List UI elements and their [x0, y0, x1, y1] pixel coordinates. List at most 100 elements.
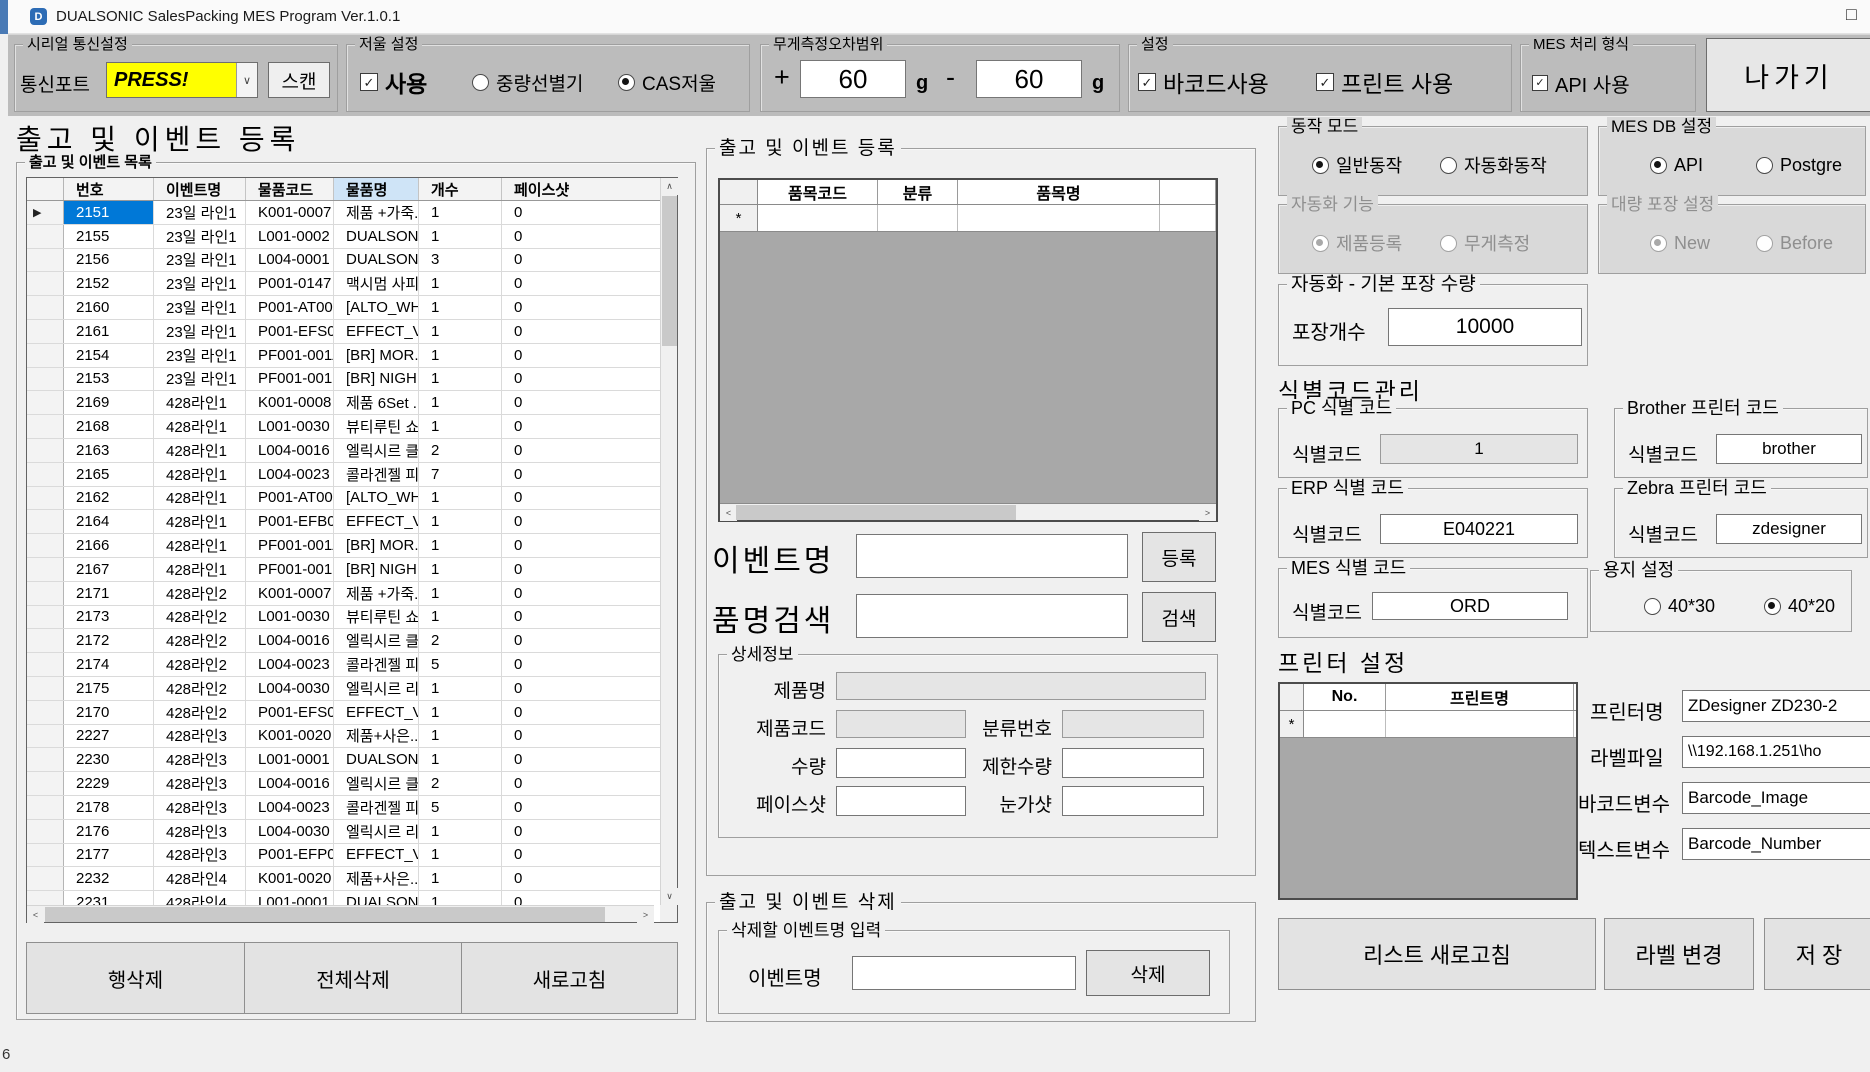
scroll-right-icon[interactable]: > [1199, 504, 1216, 521]
grid-cell[interactable]: 2155 [64, 225, 154, 248]
grid-cell[interactable]: 엘릭시르 리... [334, 677, 419, 700]
grid-cell[interactable]: 1 [419, 867, 502, 890]
table-row[interactable]: ▶215123일 라인1K001-0007제품 +가죽...10 [27, 201, 662, 225]
grid-cell[interactable]: 0 [502, 844, 662, 867]
new-row-marker[interactable]: * [1280, 711, 1304, 737]
row-selector[interactable] [27, 653, 64, 676]
row-selector[interactable] [27, 320, 64, 343]
column-header[interactable]: 품목코드 [758, 180, 878, 204]
grid-cell[interactable]: EFFECT_V... [334, 510, 419, 533]
comm-port-combobox[interactable]: PRESS! ∨ [106, 62, 258, 98]
grid-cell[interactable]: 2176 [64, 820, 154, 843]
grid-cell[interactable]: 428라인1 [154, 463, 246, 486]
grid-cell[interactable]: 428라인1 [154, 534, 246, 557]
scrollbar-thumb[interactable] [45, 907, 605, 922]
qty-input[interactable] [836, 748, 966, 778]
grid-cell[interactable]: 1 [419, 606, 502, 629]
grid-cell[interactable]: 1 [419, 701, 502, 724]
grid-cell[interactable]: 엘릭시르 클... [334, 772, 419, 795]
grid-cell[interactable]: 1 [419, 201, 502, 224]
grid-cell[interactable]: 0 [502, 296, 662, 319]
api-radio-item[interactable]: API [1650, 152, 1703, 178]
scale-use-checkbox-item[interactable]: 사용 [360, 66, 427, 98]
grid-cell[interactable]: PF001-001A [246, 344, 334, 367]
grid-cell[interactable]: 0 [502, 463, 662, 486]
grid-cell[interactable]: PF001-001B [246, 368, 334, 391]
grid-cell[interactable]: K001-0007 [246, 201, 334, 224]
paper-4030-radio-item[interactable]: 40*30 [1644, 594, 1715, 618]
row-selector[interactable] [27, 463, 64, 486]
grid-cell[interactable]: 428라인1 [154, 510, 246, 533]
grid-cell[interactable]: 0 [502, 677, 662, 700]
grid-cell[interactable]: 428라인3 [154, 820, 246, 843]
grid-cell[interactable]: 428라인3 [154, 844, 246, 867]
printer-grid[interactable]: No.프린트명 * [1278, 682, 1578, 900]
grid-cell[interactable]: 0 [502, 272, 662, 295]
column-header[interactable]: 번호 [64, 178, 154, 200]
column-header[interactable]: 이벤트명 [154, 178, 246, 200]
grid-cell[interactable] [878, 205, 958, 231]
radio-on-icon[interactable] [1650, 157, 1667, 174]
grid-cell[interactable]: 2178 [64, 796, 154, 819]
grid-cell[interactable]: 0 [502, 582, 662, 605]
table-row[interactable]: 2168428라인1L001-0030뷰티루틴 쇼...10 [27, 415, 662, 439]
grid-cell[interactable]: 엘릭시르 클... [334, 439, 419, 462]
grid-cell[interactable]: 2161 [64, 320, 154, 343]
grid-corner[interactable] [720, 180, 758, 204]
auto-op-radio-item[interactable]: 자동화동작 [1440, 152, 1547, 178]
brother-code-field[interactable]: brother [1716, 434, 1862, 464]
row-selector[interactable] [27, 677, 64, 700]
grid-cell[interactable] [958, 205, 1160, 231]
grid-cell[interactable]: 428라인4 [154, 867, 246, 890]
row-selector[interactable] [27, 415, 64, 438]
grid-cell[interactable]: K001-0020 [246, 867, 334, 890]
grid-cell[interactable]: 23일 라인1 [154, 368, 246, 391]
grid-cell[interactable]: 1 [419, 272, 502, 295]
grid-cell[interactable]: 0 [502, 629, 662, 652]
grid-corner[interactable] [27, 178, 64, 200]
search-button[interactable]: 검색 [1142, 592, 1216, 642]
horizontal-scrollbar[interactable]: < > [27, 905, 654, 922]
column-header[interactable]: 개수 [419, 178, 502, 200]
grid-cell[interactable]: 23일 라인1 [154, 296, 246, 319]
table-row[interactable]: 2175428라인2L004-0030엘릭시르 리...10 [27, 677, 662, 701]
grid-cell[interactable]: 1 [419, 748, 502, 771]
grid-cell[interactable]: 2175 [64, 677, 154, 700]
grid-cell[interactable]: 2230 [64, 748, 154, 771]
grid-cell[interactable]: 콜라겐젤 피... [334, 463, 419, 486]
grid-cell[interactable]: 2152 [64, 272, 154, 295]
grid-cell[interactable]: 2154 [64, 344, 154, 367]
grid-cell[interactable]: DUALSONI... [334, 748, 419, 771]
grid-cell[interactable]: 2 [419, 772, 502, 795]
grid-cell[interactable]: 23일 라인1 [154, 344, 246, 367]
erp-id-field[interactable]: E040221 [1380, 514, 1578, 544]
table-row[interactable]: 2162428라인1P001-AT001[ALTO_WH...10 [27, 487, 662, 511]
scrollbar-thumb[interactable] [736, 505, 1016, 520]
row-selector[interactable]: ▶ [27, 201, 64, 224]
tolerance-plus-input[interactable]: 60 [800, 60, 906, 98]
grid-cell[interactable]: K001-0020 [246, 725, 334, 748]
chevron-down-icon[interactable]: ∨ [236, 63, 257, 97]
grid-cell[interactable]: 2164 [64, 510, 154, 533]
grid-cell[interactable]: 2160 [64, 296, 154, 319]
row-selector[interactable] [27, 820, 64, 843]
row-selector[interactable] [27, 558, 64, 581]
grid-cell[interactable]: 제품 +가죽... [334, 201, 419, 224]
grid-cell[interactable]: L001-0030 [246, 606, 334, 629]
grid-cell[interactable]: 0 [502, 725, 662, 748]
normal-op-radio-item[interactable]: 일반동작 [1312, 152, 1402, 178]
register-button[interactable]: 등록 [1142, 532, 1216, 582]
grid-cell[interactable]: 0 [502, 439, 662, 462]
printer-name-field[interactable]: ZDesigner ZD230-2 [1682, 690, 1870, 722]
grid-corner[interactable] [1280, 684, 1304, 710]
table-row[interactable]: 2169428라인1K001-0008제품 6Set ...10 [27, 391, 662, 415]
table-row[interactable]: 2172428라인2L004-0016엘릭시르 클...20 [27, 629, 662, 653]
grid-cell[interactable]: 0 [502, 606, 662, 629]
grid-cell[interactable]: L004-0016 [246, 772, 334, 795]
table-row[interactable]: 2167428라인1PF001-001B[BR] NIGH...10 [27, 558, 662, 582]
row-selector[interactable] [27, 272, 64, 295]
title-bar[interactable]: D DUALSONIC SalesPacking MES Program Ver… [8, 0, 1870, 34]
grid-cell[interactable]: P001-EFB0... [246, 510, 334, 533]
paper-4020-radio-item[interactable]: 40*20 [1764, 594, 1835, 618]
delete-row-button[interactable]: 행삭제 [26, 942, 245, 1014]
